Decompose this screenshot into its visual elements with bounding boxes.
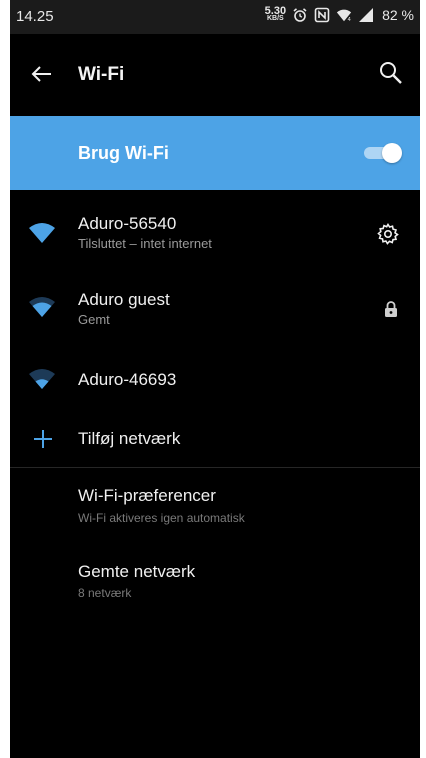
network-status: Tilsluttet – intet internet: [78, 236, 212, 251]
network-name: Aduro-46693: [78, 370, 177, 389]
wifi-strong-icon: [29, 297, 55, 317]
wifi-preferences-item[interactable]: Wi-Fi-præferencer Wi-Fi aktiveres igen a…: [10, 470, 420, 546]
network-speed-value: 5.30: [264, 5, 287, 17]
wifi-medium-icon: [29, 369, 55, 389]
use-wifi-switch-bar[interactable]: Brug Wi-Fi: [10, 116, 420, 190]
nfc-icon: [314, 7, 330, 23]
lock-icon: [385, 301, 397, 317]
search-icon[interactable]: [378, 60, 404, 86]
network-speed: 5.30 KB/S: [264, 5, 287, 23]
add-network-item[interactable]: Tilføj netværk: [10, 412, 420, 466]
phone-screen: 14.25 5.30 KB/S 4 82 % Wi-Fi Brug Wi-Fi …: [10, 0, 420, 758]
status-time: 14.25: [16, 8, 54, 25]
page-title: Wi-Fi: [78, 64, 125, 85]
saved-networks-subtitle: 8 netværk: [78, 586, 132, 600]
gear-icon[interactable]: [376, 222, 400, 246]
status-icons: 5.30 KB/S 4 82 %: [264, 5, 414, 24]
wifi-full-icon: [29, 223, 55, 243]
plus-icon: [34, 430, 52, 448]
battery-percentage: 82 %: [382, 7, 414, 23]
cell-signal-icon: [359, 8, 374, 22]
network-name: Aduro guest: [78, 290, 170, 309]
status-bar: 14.25 5.30 KB/S 4 82 %: [10, 0, 420, 34]
network-item-aduro-46693[interactable]: Aduro-46693: [10, 350, 420, 410]
alarm-icon: [293, 8, 307, 22]
network-item-aduro-guest[interactable]: Aduro guest Gemt: [10, 278, 420, 348]
svg-text:4: 4: [348, 17, 352, 23]
saved-networks-title: Gemte netværk: [78, 562, 196, 581]
wifi-toggle[interactable]: [364, 143, 402, 163]
saved-networks-item[interactable]: Gemte netværk 8 netværk: [10, 548, 420, 618]
arrow-back-icon[interactable]: [30, 62, 54, 86]
use-wifi-label: Brug Wi-Fi: [78, 143, 169, 163]
wifi-preferences-subtitle: Wi-Fi aktiveres igen automatisk: [78, 511, 245, 525]
network-status: Gemt: [78, 312, 110, 327]
toggle-thumb: [382, 143, 402, 163]
wifi-preferences-title: Wi-Fi-præferencer: [78, 486, 216, 505]
network-name: Aduro-56540: [78, 214, 177, 233]
network-speed-unit: KB/S: [267, 15, 284, 22]
wifi-signal-icon: 4: [336, 9, 352, 23]
app-toolbar: Wi-Fi: [10, 34, 420, 116]
section-divider: [10, 467, 420, 468]
add-network-label: Tilføj netværk: [78, 429, 181, 448]
network-item-aduro-56540[interactable]: Aduro-56540 Tilsluttet – intet internet: [10, 190, 420, 260]
